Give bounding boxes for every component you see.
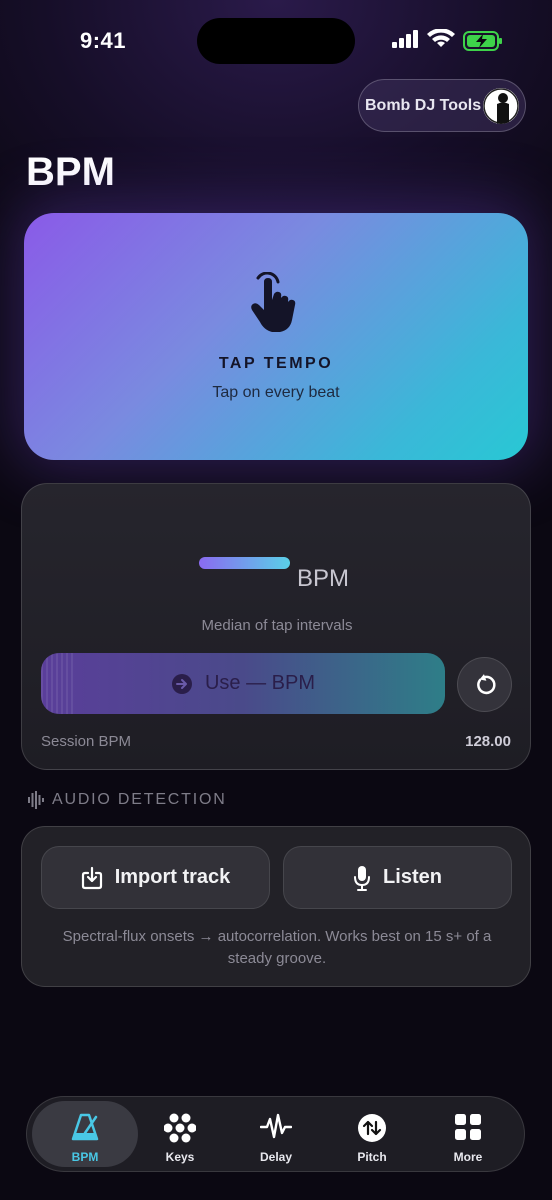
waveform-pulse-icon (260, 1113, 292, 1139)
cellular-signal-icon (392, 30, 418, 48)
pitch-arrows-icon (358, 1114, 386, 1142)
tap-tempo-pad[interactable]: TAP TEMPO Tap on every beat (24, 213, 528, 460)
waveform-icon (28, 791, 44, 809)
tab-label: Delay (259, 1150, 293, 1164)
import-icon (81, 866, 102, 889)
metronome-icon (71, 1113, 99, 1141)
bpm-value-placeholder (199, 557, 290, 569)
tab-label: More (453, 1150, 483, 1164)
use-bpm-button[interactable]: Use — BPM (41, 653, 445, 714)
tools-label: Bomb DJ Tools (365, 96, 482, 114)
import-track-label: Import track (114, 866, 231, 888)
reset-icon (476, 673, 496, 694)
bpm-unit-label: BPM (297, 565, 350, 592)
audio-detection-card: Import track Listen Spectral-flux onsets… (21, 826, 531, 987)
audio-detection-header: AUDIO DETECTION (28, 791, 227, 809)
status-bar: 9:41 (0, 0, 552, 80)
audio-description: Spectral-flux onsets → autocorrelation. … (62, 928, 492, 967)
tap-tempo-title: TAP TEMPO (218, 355, 334, 372)
session-bpm-label: Session BPM (41, 733, 132, 750)
section-title: AUDIO DETECTION (52, 791, 227, 808)
tab-bpm[interactable]: BPM (32, 1101, 138, 1167)
tab-label: Pitch (357, 1150, 387, 1164)
microphone-icon (354, 865, 371, 891)
bpm-result-card: BPM Median of tap intervals Use — BPM Se… (21, 483, 531, 770)
session-bpm-value: 128.00 (465, 733, 511, 750)
page-title: BPM (26, 150, 115, 194)
tab-label: BPM (71, 1150, 99, 1164)
tap-tempo-subtitle: Tap on every beat (212, 384, 340, 401)
reset-button[interactable] (457, 657, 512, 712)
listen-label: Listen (383, 866, 442, 888)
battery-charging-icon (463, 31, 502, 51)
median-caption: Median of tap intervals (201, 617, 353, 634)
listen-button[interactable]: Listen (283, 846, 512, 909)
status-time: 9:41 (80, 28, 127, 53)
tap-hand-icon (251, 272, 296, 332)
use-bpm-label: Use — BPM (204, 672, 316, 694)
grid-icon (455, 1114, 481, 1140)
tab-bar: BPM Keys Delay Pitch More (26, 1096, 525, 1172)
profile-icon (483, 88, 519, 124)
tools-menu-button[interactable]: Bomb DJ Tools (358, 79, 526, 132)
tab-more[interactable]: More (418, 1101, 518, 1167)
import-track-button[interactable]: Import track (41, 846, 270, 909)
wifi-icon (427, 29, 455, 47)
avatar (483, 88, 519, 124)
dynamic-island (197, 18, 355, 64)
tab-keys[interactable]: Keys (130, 1101, 230, 1167)
arrow-right-circle-icon (171, 673, 192, 694)
tab-pitch[interactable]: Pitch (322, 1101, 422, 1167)
tab-label: Keys (165, 1150, 195, 1164)
keys-icon (164, 1113, 196, 1143)
tab-delay[interactable]: Delay (226, 1101, 326, 1167)
